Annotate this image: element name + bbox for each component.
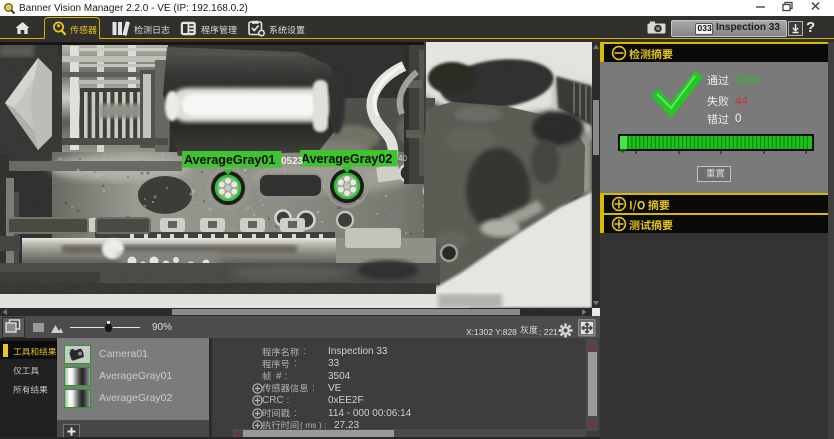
svg-text:AverageGray01: AverageGray01 — [184, 153, 275, 167]
svg-text:40: 40 — [398, 154, 407, 163]
svg-text:AverageGray02: AverageGray02 — [301, 152, 392, 166]
svg-text:0523: 0523 — [281, 156, 304, 167]
